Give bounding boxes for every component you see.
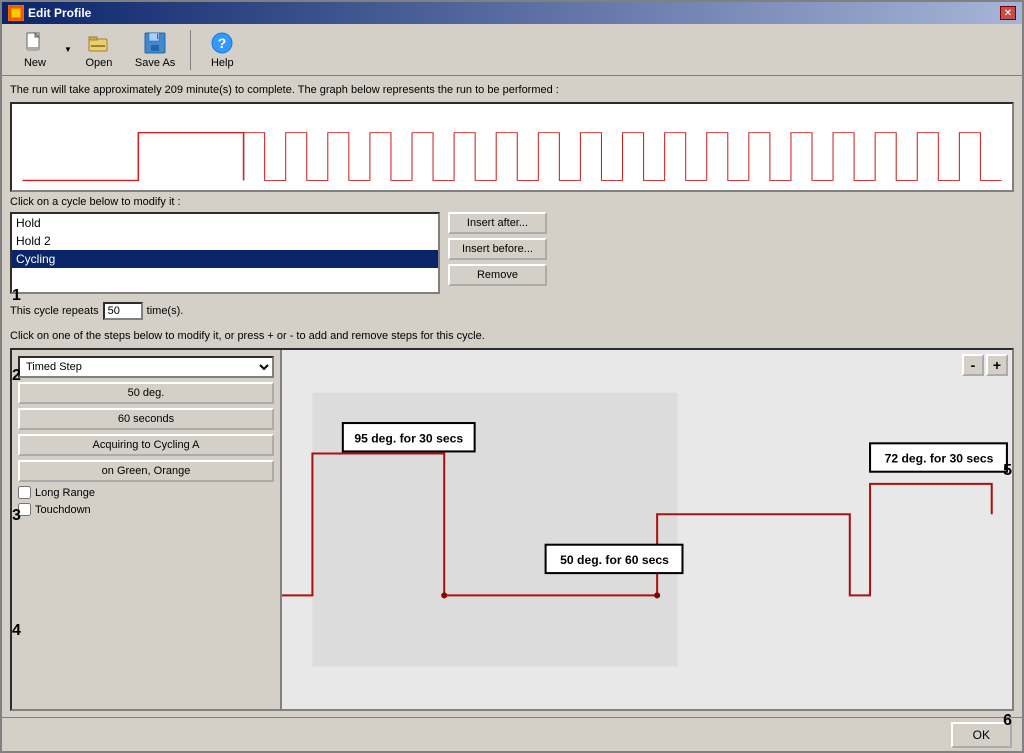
cycle-section: Click on a cycle below to modify it : Ho… bbox=[10, 196, 1014, 294]
new-dropdown-arrow[interactable]: ▼ bbox=[64, 45, 72, 54]
svg-text:50 deg. for 60 secs: 50 deg. for 60 secs bbox=[560, 553, 669, 567]
step-type-select[interactable]: Timed Step bbox=[18, 356, 274, 378]
touchdown-row: Touchdown bbox=[18, 503, 274, 516]
open-icon bbox=[87, 31, 111, 55]
label-3: 3 bbox=[12, 507, 21, 525]
help-label: Help bbox=[211, 57, 234, 69]
open-label: Open bbox=[85, 57, 112, 69]
window-title: Edit Profile bbox=[28, 6, 91, 20]
touchdown-label: Touchdown bbox=[35, 504, 91, 516]
acquiring-button[interactable]: Acquiring to Cycling A bbox=[18, 434, 274, 456]
new-label: New bbox=[24, 57, 46, 69]
save-as-icon bbox=[143, 31, 167, 55]
step-instruction: Click on one of the steps below to modif… bbox=[10, 330, 1014, 342]
svg-text:?: ? bbox=[218, 35, 227, 51]
cycle-section-label: Click on a cycle below to modify it : bbox=[10, 196, 1014, 208]
step-type-row: Timed Step bbox=[18, 356, 274, 378]
insert-before-button[interactable]: Insert before... bbox=[448, 238, 547, 260]
help-button[interactable]: ? Help bbox=[197, 27, 247, 73]
label-2: 2 bbox=[12, 367, 21, 385]
repeat-prefix: This cycle repeats bbox=[10, 305, 99, 317]
help-icon: ? bbox=[210, 31, 234, 55]
repeat-suffix: time(s). bbox=[147, 305, 184, 317]
window-icon bbox=[8, 5, 24, 21]
save-as-button[interactable]: Save As bbox=[126, 27, 184, 73]
long-range-row: Long Range bbox=[18, 486, 274, 499]
repeat-input[interactable] bbox=[103, 302, 143, 320]
label-6: 6 bbox=[1003, 712, 1012, 730]
main-content: The run will take approximately 209 minu… bbox=[2, 76, 1022, 717]
insert-after-button[interactable]: Insert after... bbox=[448, 212, 547, 234]
graph-area bbox=[10, 102, 1014, 192]
open-button[interactable]: Open bbox=[74, 27, 124, 73]
title-bar: Edit Profile ✕ bbox=[2, 2, 1022, 24]
seconds-button[interactable]: 60 seconds bbox=[18, 408, 274, 430]
on-button[interactable]: on Green, Orange bbox=[18, 460, 274, 482]
cycle-item-hold2[interactable]: Hold 2 bbox=[12, 232, 438, 250]
new-button[interactable]: New bbox=[10, 27, 60, 73]
run-info-text: The run will take approximately 209 minu… bbox=[10, 82, 1014, 98]
plus-step-button[interactable]: + bbox=[986, 354, 1008, 376]
step-controls: Timed Step 50 deg. 60 seconds Acquiring … bbox=[12, 350, 282, 709]
new-icon bbox=[23, 31, 47, 55]
cycle-list[interactable]: Hold Hold 2 Cycling bbox=[10, 212, 440, 294]
label-4: 4 bbox=[12, 622, 21, 640]
svg-text:95 deg. for 30 secs: 95 deg. for 30 secs bbox=[354, 431, 463, 445]
save-as-label: Save As bbox=[135, 57, 175, 69]
minus-step-button[interactable]: - bbox=[962, 354, 984, 376]
toolbar-separator bbox=[190, 30, 191, 70]
bottom-bar: OK bbox=[2, 717, 1022, 751]
step-graph: - + 95 deg. for 30 secs bbox=[282, 350, 1012, 709]
cycle-buttons: Insert after... Insert before... Remove bbox=[448, 212, 547, 286]
step-controls-top-right: - + bbox=[962, 354, 1008, 376]
degree-button[interactable]: 50 deg. bbox=[18, 382, 274, 404]
label-1: 1 bbox=[12, 287, 21, 305]
cycle-list-container: Hold Hold 2 Cycling Insert after... Inse… bbox=[10, 212, 1014, 294]
long-range-checkbox[interactable] bbox=[18, 486, 31, 499]
cycle-item-cycling[interactable]: Cycling bbox=[12, 250, 438, 268]
long-range-label: Long Range bbox=[35, 487, 95, 499]
svg-text:72 deg. for 30 secs: 72 deg. for 30 secs bbox=[885, 452, 994, 466]
repeat-row: This cycle repeats time(s). bbox=[10, 302, 1014, 320]
remove-button[interactable]: Remove bbox=[448, 264, 547, 286]
toolbar: New ▼ Open Save As bbox=[2, 24, 1022, 76]
main-window: Edit Profile ✕ New ▼ bbox=[0, 0, 1024, 753]
close-button[interactable]: ✕ bbox=[1000, 6, 1016, 20]
label-5: 5 bbox=[1003, 462, 1012, 480]
cycle-item-hold[interactable]: Hold bbox=[12, 214, 438, 232]
step-section: Timed Step 50 deg. 60 seconds Acquiring … bbox=[10, 348, 1014, 711]
